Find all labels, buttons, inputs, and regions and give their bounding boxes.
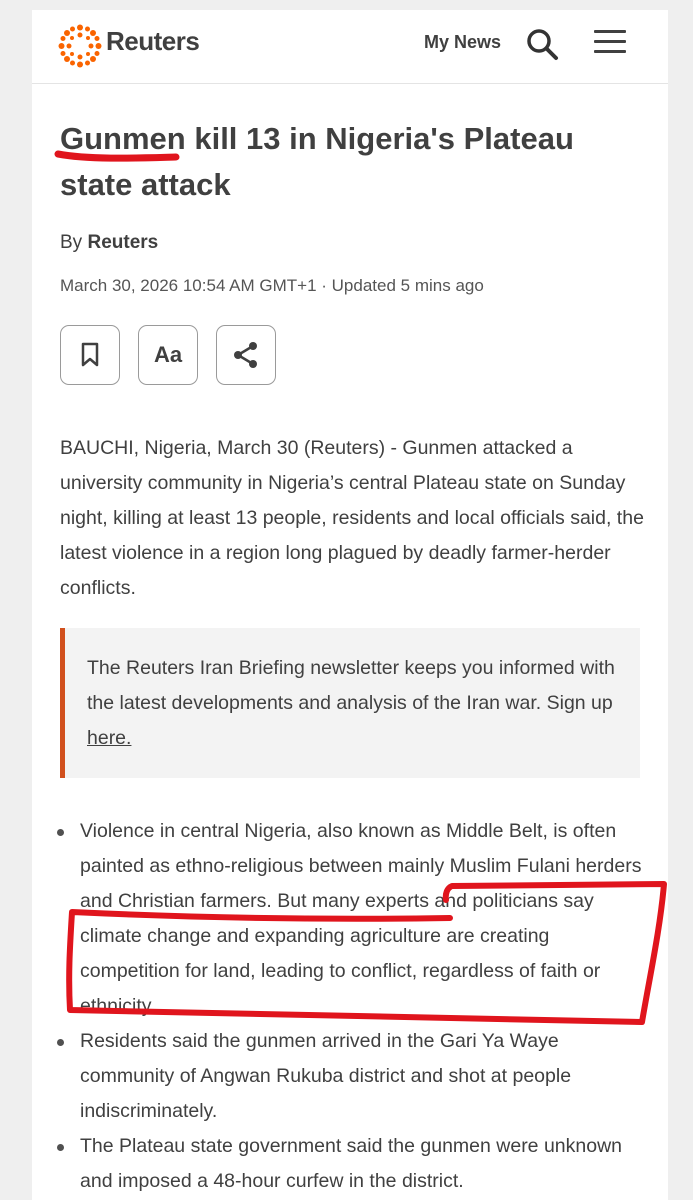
byline: By Reuters bbox=[60, 232, 158, 254]
list-item: Violence in central Nigeria, also known … bbox=[54, 814, 644, 1024]
promo-body: The Reuters Iran Briefing newsletter kee… bbox=[87, 657, 615, 714]
search-icon[interactable] bbox=[524, 26, 560, 62]
text-size-label: Aa bbox=[153, 342, 183, 367]
bookmark-icon bbox=[81, 342, 99, 367]
byline-prefix: By bbox=[60, 232, 83, 253]
byline-author-link[interactable]: Reuters bbox=[87, 232, 158, 253]
hamburger-menu-icon[interactable] bbox=[594, 30, 626, 58]
newsletter-promo-text: The Reuters Iran Briefing newsletter kee… bbox=[87, 651, 632, 756]
headline-line-2: state attack bbox=[60, 167, 231, 202]
list-item: Residents said the gunmen arrived in the… bbox=[54, 1024, 644, 1129]
article-headline: Gunmen kill 13 in Nigeria's Plateau stat… bbox=[60, 116, 640, 208]
reuters-brand-wordmark[interactable]: Reuters bbox=[106, 26, 200, 57]
newsletter-promo-box: The Reuters Iran Briefing newsletter kee… bbox=[60, 628, 640, 778]
lead-paragraph: BAUCHI, Nigeria, March 30 (Reuters) - Gu… bbox=[60, 437, 644, 599]
share-icon bbox=[234, 342, 257, 368]
list-item: The Plateau state government said the gu… bbox=[54, 1129, 644, 1199]
headline-line-1: Gunmen kill 13 in Nigeria's Plateau bbox=[60, 121, 574, 156]
text-size-button[interactable]: Aa bbox=[138, 325, 198, 385]
share-button[interactable] bbox=[216, 325, 276, 385]
bookmark-button[interactable] bbox=[60, 325, 120, 385]
newsletter-signup-link[interactable]: here. bbox=[87, 727, 131, 749]
article-page: Reuters My News Gunmen kill 13 in Nigeri… bbox=[32, 10, 668, 1200]
reuters-logo-icon[interactable] bbox=[58, 24, 102, 68]
article-dateline: March 30, 2026 10:54 AM GMT+1 · Updated … bbox=[60, 276, 484, 295]
my-news-link[interactable]: My News bbox=[424, 32, 501, 53]
summary-bullet-list: Violence in central Nigeria, also known … bbox=[54, 814, 644, 1199]
top-navigation-bar: Reuters My News bbox=[32, 10, 668, 84]
